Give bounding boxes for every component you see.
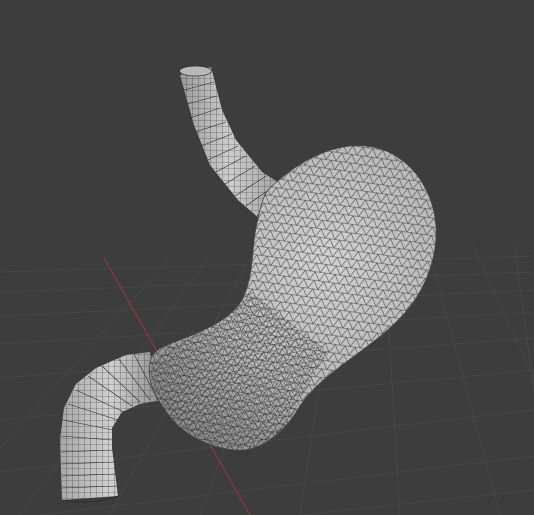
3d-viewport[interactable] — [0, 0, 534, 515]
viewport-canvas[interactable] — [0, 0, 534, 515]
duodenum-tube[interactable] — [60, 352, 162, 503]
